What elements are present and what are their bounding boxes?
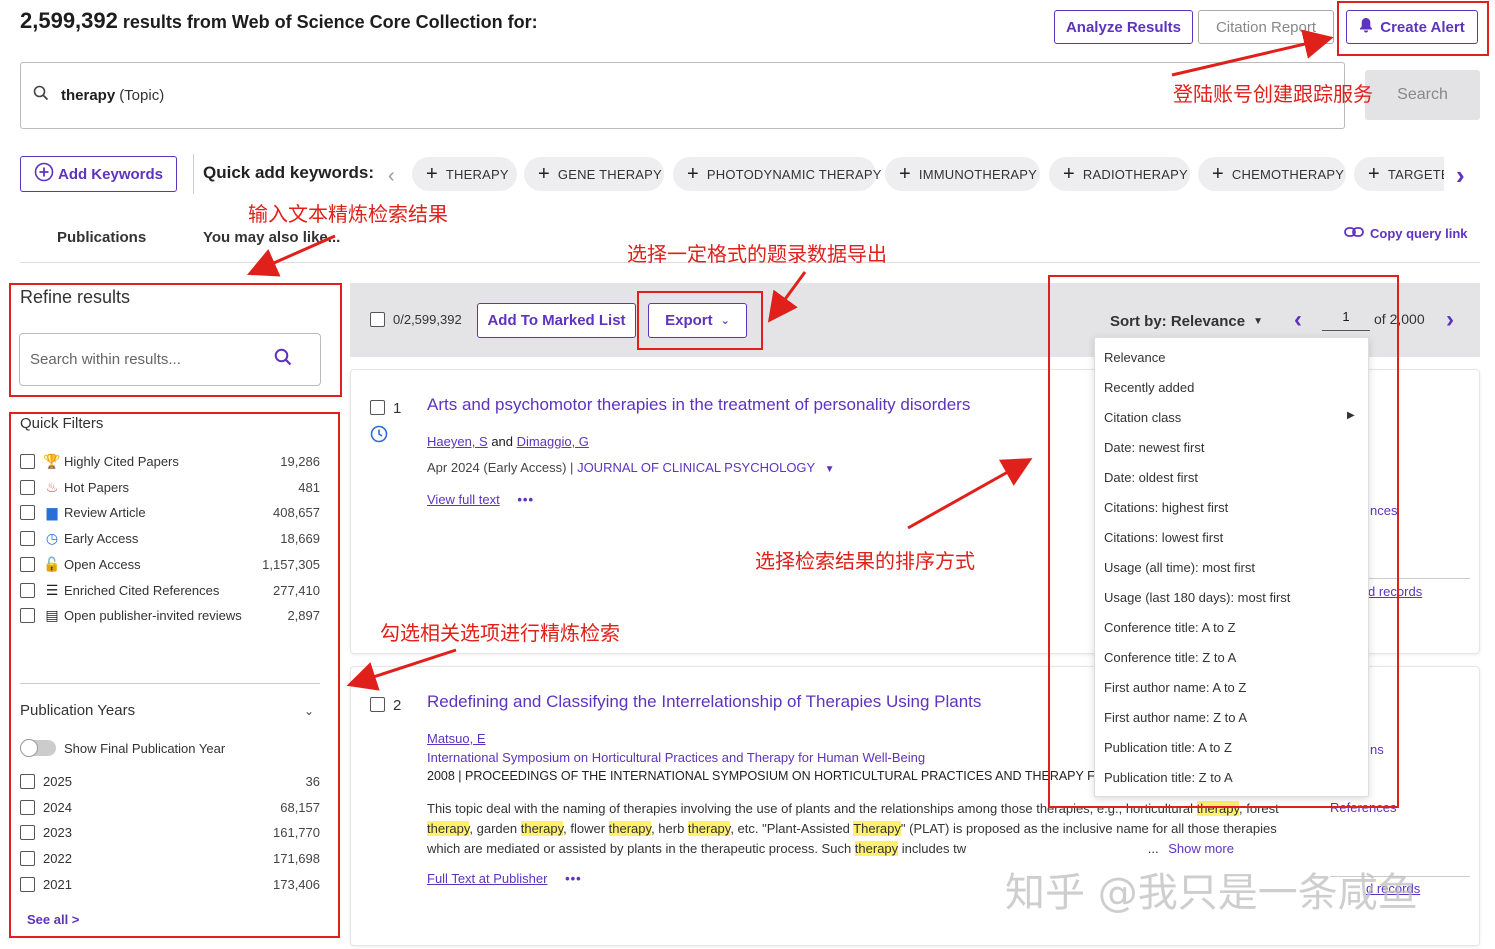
- arrow: [1171, 29, 1334, 77]
- annotation-sort: 选择检索结果的排序方式: [755, 549, 975, 573]
- annotation-filters: 勾选相关选项进行精炼检索: [380, 621, 620, 645]
- arrow: [907, 458, 1033, 530]
- annotation-export: 选择一定格式的题录数据导出: [627, 242, 887, 266]
- annotation-arrows: [247, 29, 1334, 691]
- watermark: 知乎 @我只是一条咸鱼: [1005, 870, 1418, 916]
- arrow: [247, 234, 336, 277]
- annotation-alert: 登陆账号创建跟踪服务: [1173, 82, 1373, 106]
- annotation-refine: 输入文本精炼检索结果: [248, 202, 448, 226]
- arrow: [346, 648, 457, 691]
- arrow: [767, 271, 807, 323]
